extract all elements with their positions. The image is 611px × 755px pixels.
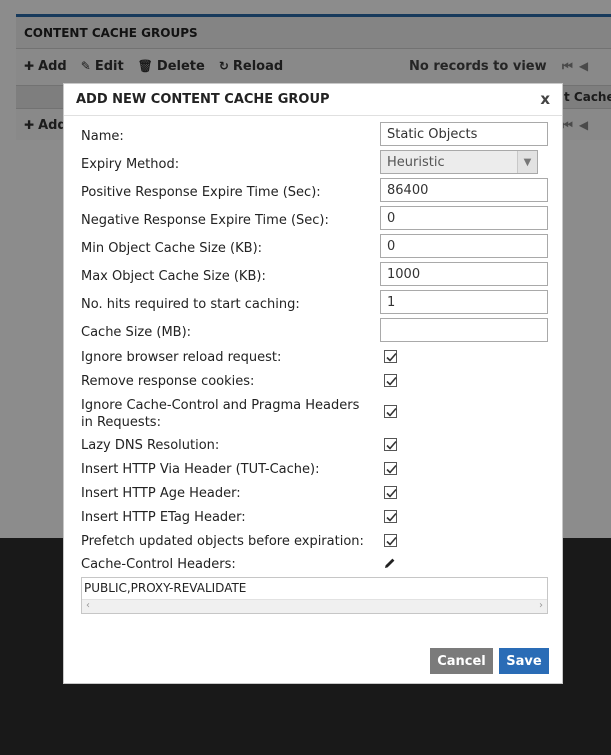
- checkmark-icon: [386, 488, 397, 498]
- hits-input[interactable]: [380, 290, 548, 314]
- checkmark-icon: [386, 352, 397, 362]
- etag-header-label: Insert HTTP ETag Header:: [81, 510, 246, 525]
- via-header-label: Insert HTTP Via Header (TUT-Cache):: [81, 462, 320, 477]
- scroll-right-icon[interactable]: ›: [539, 600, 543, 611]
- cache-control-label: Cache-Control Headers:: [81, 557, 236, 572]
- max-object-size-input[interactable]: [380, 262, 548, 286]
- name-label: Name:: [81, 129, 124, 144]
- horizontal-scrollbar[interactable]: ‹ ›: [82, 599, 547, 613]
- close-icon[interactable]: x: [540, 90, 550, 108]
- expiry-method-select[interactable]: Heuristic ▼: [380, 150, 538, 174]
- title-divider: [64, 115, 562, 116]
- negative-expire-input[interactable]: [380, 206, 548, 230]
- etag-header-checkbox[interactable]: [384, 510, 397, 523]
- chevron-down-icon[interactable]: ▼: [517, 151, 537, 173]
- cache-size-input[interactable]: [380, 318, 548, 342]
- age-header-checkbox[interactable]: [384, 486, 397, 499]
- checkmark-icon: [386, 464, 397, 474]
- prefetch-label: Prefetch updated objects before expirati…: [81, 534, 364, 549]
- save-button[interactable]: Save: [499, 648, 549, 674]
- dialog-title: ADD NEW CONTENT CACHE GROUP: [76, 92, 330, 107]
- ignore-reload-label: Ignore browser reload request:: [81, 350, 282, 365]
- positive-expire-input[interactable]: [380, 178, 548, 202]
- prefetch-checkbox[interactable]: [384, 534, 397, 547]
- hits-label: No. hits required to start caching:: [81, 297, 300, 312]
- cancel-button[interactable]: Cancel: [430, 648, 493, 674]
- add-content-cache-group-dialog: ADD NEW CONTENT CACHE GROUP x Name: Expi…: [63, 83, 563, 684]
- expiry-method-label: Expiry Method:: [81, 157, 180, 172]
- age-header-label: Insert HTTP Age Header:: [81, 486, 241, 501]
- expiry-method-value: Heuristic: [387, 154, 445, 170]
- checkmark-icon: [386, 440, 397, 450]
- edit-pencil-icon[interactable]: [384, 557, 396, 573]
- checkmark-icon: [386, 512, 397, 522]
- ignore-cache-control-label: Ignore Cache-Control and Pragma Headers …: [81, 398, 360, 430]
- max-object-size-label: Max Object Cache Size (KB):: [81, 269, 266, 284]
- name-input[interactable]: [380, 122, 548, 146]
- checkmark-icon: [386, 376, 397, 386]
- remove-cookies-checkbox[interactable]: [384, 374, 397, 387]
- cache-control-textarea[interactable]: PUBLIC,PROXY-REVALIDATE ‹ ›: [81, 577, 548, 614]
- remove-cookies-label: Remove response cookies:: [81, 374, 255, 389]
- scroll-left-icon[interactable]: ‹: [86, 600, 90, 611]
- min-object-size-label: Min Object Cache Size (KB):: [81, 241, 263, 256]
- ignore-reload-checkbox[interactable]: [384, 350, 397, 363]
- checkmark-icon: [386, 407, 397, 417]
- cache-size-label: Cache Size (MB):: [81, 325, 192, 340]
- cache-control-value: PUBLIC,PROXY-REVALIDATE: [84, 581, 247, 595]
- negative-expire-label: Negative Response Expire Time (Sec):: [81, 213, 329, 228]
- via-header-checkbox[interactable]: [384, 462, 397, 475]
- checkmark-icon: [386, 536, 397, 546]
- lazy-dns-label: Lazy DNS Resolution:: [81, 438, 220, 453]
- min-object-size-input[interactable]: [380, 234, 548, 258]
- positive-expire-label: Positive Response Expire Time (Sec):: [81, 185, 321, 200]
- ignore-cache-control-checkbox[interactable]: [384, 405, 397, 418]
- lazy-dns-checkbox[interactable]: [384, 438, 397, 451]
